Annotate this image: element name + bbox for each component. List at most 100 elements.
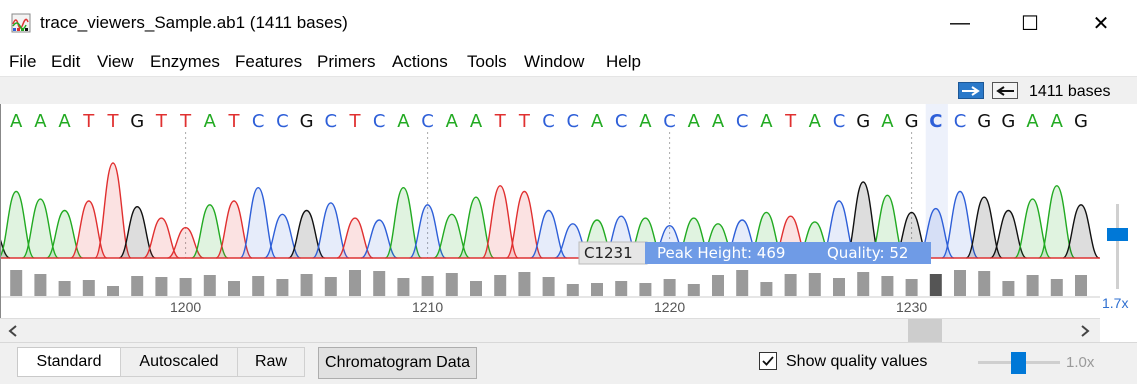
base-letter[interactable]: A: [446, 111, 459, 132]
chromatogram-data-button[interactable]: Chromatogram Data: [318, 347, 477, 379]
quality-bar: [736, 270, 749, 296]
quality-bar: [1075, 275, 1087, 296]
menu-tools[interactable]: Tools: [467, 52, 507, 72]
quality-bar: [131, 276, 144, 296]
quality-bar: [1026, 275, 1039, 296]
quality-bar: [397, 278, 410, 296]
base-letter[interactable]: A: [58, 111, 71, 132]
checkmark-icon: [762, 356, 774, 366]
base-letter[interactable]: A: [397, 111, 410, 132]
base-letter[interactable]: A: [712, 111, 725, 132]
base-letter[interactable]: C: [736, 111, 749, 132]
quality-bar: [615, 281, 628, 296]
quality-bar: [34, 274, 47, 296]
chromatogram-viewer[interactable]: GAAATTGTTATCCGCTCACAATTCCACACAACATACGAGC…: [0, 104, 1100, 318]
menu-file[interactable]: File: [9, 52, 36, 72]
tab-raw[interactable]: Raw: [237, 347, 305, 377]
base-letter[interactable]: A: [34, 111, 47, 132]
quality-bar: [276, 279, 289, 296]
base-letter[interactable]: A: [1051, 111, 1064, 132]
show-quality-checkbox[interactable]: [759, 352, 777, 370]
tab-autoscaled[interactable]: Autoscaled: [120, 347, 238, 377]
chromatogram-canvas[interactable]: GAAATTGTTATCCGCTCACAATTCCACACAACATACGAGC…: [1, 104, 1100, 318]
base-letter[interactable]: A: [760, 111, 773, 132]
quality-bar: [857, 272, 870, 296]
scrollbar-thumb[interactable]: [908, 319, 942, 343]
tab-standard[interactable]: Standard: [17, 347, 121, 377]
base-letter[interactable]: C: [276, 111, 289, 132]
scroll-left-icon[interactable]: [8, 325, 18, 337]
base-letter[interactable]: A: [204, 111, 217, 132]
base-letter[interactable]: T: [228, 111, 241, 132]
base-letter[interactable]: G: [300, 111, 314, 132]
tooltip-peak-height: Peak Height: 469: [657, 244, 785, 262]
base-letter[interactable]: A: [639, 111, 652, 132]
base-letter[interactable]: C: [325, 111, 338, 132]
base-letter[interactable]: T: [518, 111, 531, 132]
base-letter[interactable]: C: [615, 111, 628, 132]
menu-actions[interactable]: Actions: [392, 52, 448, 72]
base-letter[interactable]: A: [10, 111, 23, 132]
quality-bar: [905, 279, 918, 296]
base-letter[interactable]: T: [155, 111, 168, 132]
quality-bar: [373, 271, 386, 296]
tooltip-base: C1231: [584, 244, 633, 262]
arrow-right-icon: [962, 85, 980, 96]
arrow-left-icon: [996, 85, 1014, 96]
base-letter[interactable]: A: [881, 111, 894, 132]
quality-bar: [639, 283, 652, 296]
menu-enzymes[interactable]: Enzymes: [150, 52, 220, 72]
minimize-button[interactable]: —: [937, 0, 983, 46]
scroll-right-icon[interactable]: [1080, 325, 1090, 337]
base-letter[interactable]: T: [179, 111, 192, 132]
horizontal-scrollbar[interactable]: [0, 318, 1100, 343]
reverse-strand-button[interactable]: [992, 82, 1018, 99]
horizontal-zoom-thumb[interactable]: [1011, 352, 1026, 374]
forward-strand-button[interactable]: [958, 82, 984, 99]
vertical-zoom-track[interactable]: [1116, 204, 1119, 289]
base-letter[interactable]: C: [954, 111, 967, 132]
base-letter[interactable]: C: [833, 111, 846, 132]
vertical-zoom-label: 1.7x: [1102, 295, 1129, 311]
base-letter[interactable]: G: [905, 111, 919, 132]
base-letter[interactable]: C: [252, 111, 265, 132]
close-icon: ✕: [1092, 12, 1110, 35]
maximize-button[interactable]: ☐: [1007, 0, 1053, 46]
menu-bar: File Edit View Enzymes Features Primers …: [0, 46, 1137, 76]
base-letter[interactable]: A: [591, 111, 604, 132]
base-letter[interactable]: C: [567, 111, 580, 132]
base-letter[interactable]: G: [130, 111, 144, 132]
vertical-zoom-thumb[interactable]: [1107, 228, 1128, 241]
quality-bar: [760, 282, 773, 296]
ruler-tick-label: 1220: [654, 299, 685, 315]
quality-bar: [155, 277, 168, 296]
base-letter[interactable]: G: [1001, 111, 1015, 132]
base-letter[interactable]: A: [470, 111, 483, 132]
base-letter[interactable]: C: [663, 111, 676, 132]
base-letter[interactable]: G: [977, 111, 991, 132]
close-button[interactable]: ✕: [1078, 0, 1124, 46]
menu-primers[interactable]: Primers: [317, 52, 376, 72]
base-letter[interactable]: C: [542, 111, 555, 132]
base-letter[interactable]: A: [688, 111, 701, 132]
base-letter[interactable]: A: [809, 111, 822, 132]
menu-window[interactable]: Window: [524, 52, 584, 72]
base-letter[interactable]: T: [494, 111, 507, 132]
quality-bar: [324, 277, 337, 296]
base-letter[interactable]: C: [373, 111, 386, 132]
base-letter[interactable]: T: [82, 111, 95, 132]
base-letter[interactable]: A: [1026, 111, 1039, 132]
quality-bar: [252, 276, 265, 296]
base-letter[interactable]: T: [349, 111, 362, 132]
menu-features[interactable]: Features: [235, 52, 302, 72]
base-letter[interactable]: G: [856, 111, 870, 132]
menu-help[interactable]: Help: [606, 52, 641, 72]
base-letter[interactable]: C: [929, 111, 942, 132]
menu-view[interactable]: View: [97, 52, 134, 72]
base-letter[interactable]: G: [1074, 111, 1088, 132]
quality-bar: [687, 284, 700, 296]
base-letter[interactable]: C: [421, 111, 434, 132]
menu-edit[interactable]: Edit: [51, 52, 80, 72]
base-letter[interactable]: T: [107, 111, 120, 132]
base-letter[interactable]: T: [784, 111, 797, 132]
